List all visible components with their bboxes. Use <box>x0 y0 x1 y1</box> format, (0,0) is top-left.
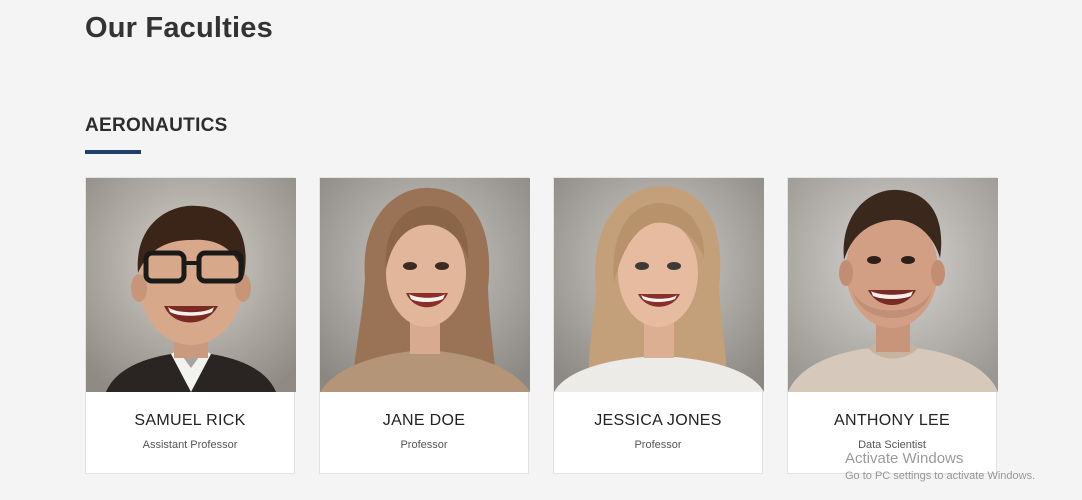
section-title-underline <box>85 150 141 154</box>
faculty-role: Professor <box>400 439 448 451</box>
faculty-name: JANE DOE <box>382 412 466 429</box>
faculty-photo <box>86 178 296 392</box>
section-title: AERONAUTICS <box>85 115 228 136</box>
faculty-role: Professor <box>634 439 682 451</box>
faculty-card[interactable]: JESSICA JONES Professor <box>553 177 764 474</box>
faculty-name: JESSICA JONES <box>594 412 722 429</box>
faculty-name: ANTHONY LEE <box>834 412 950 429</box>
faculties-page: Our Faculties AERONAUTICS SAMUEL RICK As… <box>0 0 1082 500</box>
faculty-role: Data Scientist <box>858 439 926 451</box>
faculty-photo <box>788 178 998 392</box>
faculty-photo <box>320 178 530 392</box>
faculty-photo <box>554 178 764 392</box>
page-title: Our Faculties <box>85 12 273 44</box>
faculty-card[interactable]: SAMUEL RICK Assistant Professor <box>85 177 296 474</box>
faculty-role: Assistant Professor <box>142 439 238 451</box>
faculty-card[interactable]: ANTHONY LEE Data Scientist <box>787 177 998 474</box>
faculty-name: SAMUEL RICK <box>134 412 246 429</box>
faculty-card[interactable]: JANE DOE Professor <box>319 177 530 474</box>
